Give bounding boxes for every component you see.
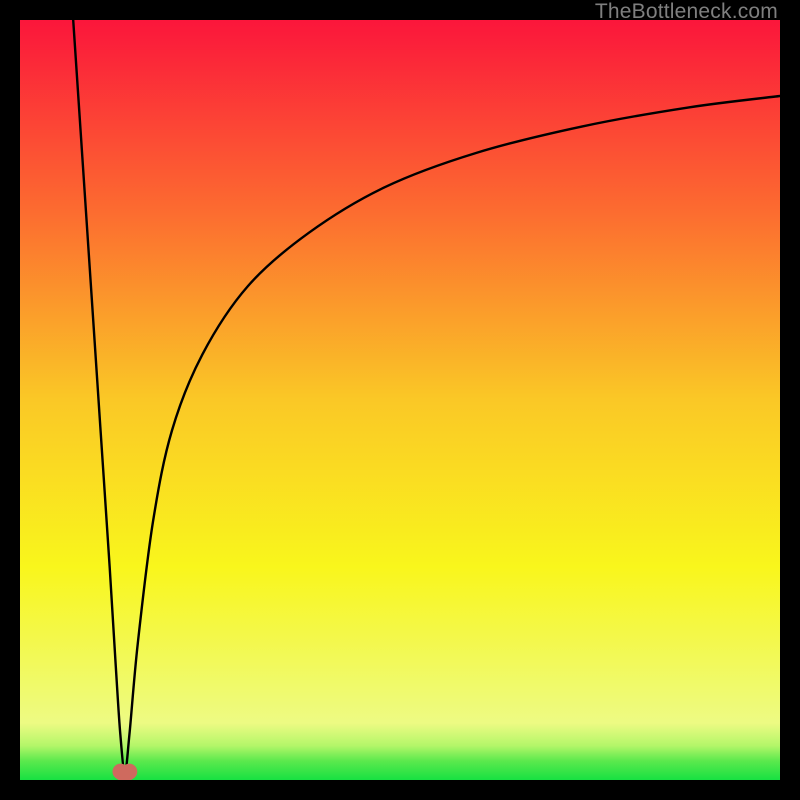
chart-frame — [20, 20, 780, 780]
watermark-text: TheBottleneck.com — [595, 0, 778, 24]
gradient-background — [20, 20, 780, 780]
chart-plot-area — [20, 20, 780, 780]
bottleneck-chart — [20, 20, 780, 780]
optimal-point-marker — [112, 764, 137, 780]
